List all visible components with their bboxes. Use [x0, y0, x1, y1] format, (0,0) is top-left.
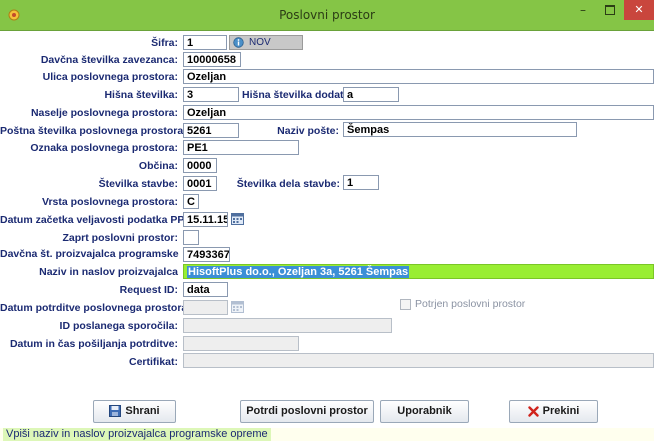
naziv-proizvajalca-field[interactable]: HisoftPlus do.o., Ozeljan 3a, 5261 Šempa… — [183, 264, 654, 279]
naziv-poste-label: Naziv pošte: — [277, 125, 339, 137]
prekini-button[interactable]: Prekini — [509, 400, 598, 423]
hisna-dodatek-field[interactable]: a — [343, 87, 399, 102]
request-id-field[interactable]: data — [183, 282, 228, 297]
datum-potrditve-field — [183, 300, 228, 315]
info-icon — [233, 37, 244, 48]
id-sporocila-label: ID poslanega sporočila: — [59, 320, 178, 332]
hisna-dodatek-label: Hišna številka dodatek: — [242, 89, 359, 101]
title-bar[interactable]: Poslovni prostor – ✕ — [0, 0, 654, 31]
datum-zacetka-label: Datum začetka veljavosti podatka PP: — [0, 214, 188, 226]
shrani-button[interactable]: Shrani — [93, 400, 176, 423]
certifikat-label: Certifikat: — [128, 356, 178, 368]
davcna-zavezanca-label: Davčna številka zavezanca: — [40, 54, 178, 66]
vrsta-label: Vrsta poslovnega prostora: — [42, 196, 178, 208]
ulica-field[interactable]: Ozeljan — [183, 69, 654, 84]
naselje-label: Naselje poslovnega prostora: — [30, 107, 178, 119]
nov-badge: NOV — [229, 35, 303, 50]
ulica-label: Ulica poslovnega prostora: — [42, 71, 178, 83]
request-id-label: Request ID: — [119, 284, 178, 296]
potrjen-label: Potrjen poslovni prostor — [415, 298, 526, 310]
maximize-button[interactable] — [597, 0, 623, 20]
postna-stevilka-label: Poštna številka poslovnega prostora: — [0, 125, 187, 137]
hisna-stevilka-field[interactable]: 3 — [183, 87, 239, 102]
datum-cas-field — [183, 336, 299, 351]
stevilka-dela-field[interactable]: 1 — [343, 175, 379, 190]
selected-text: HisoftPlus do.o., Ozeljan 3a, 5261 Šempa… — [187, 266, 410, 278]
status-message: Vpiši naziv in naslov proizvajalca progr… — [3, 428, 271, 441]
hisna-stevilka-label: Hišna številka: — [104, 89, 178, 101]
red-x-icon — [527, 405, 539, 417]
davcna-zavezanca-field[interactable]: 10000658 — [183, 52, 241, 67]
uporabnik-button[interactable]: Uporabnik — [380, 400, 469, 423]
stevilka-stavbe-field[interactable]: 0001 — [183, 176, 217, 191]
datum-cas-label: Datum in čas pošiljanja potrditve: — [9, 338, 178, 350]
minimize-button[interactable]: – — [570, 0, 596, 20]
zaprt-label: Zaprt poslovni prostor: — [62, 232, 179, 244]
prekini-label: Prekini — [542, 405, 580, 417]
potrdi-button[interactable]: Potrdi poslovni prostor — [240, 400, 374, 423]
zaprt-field[interactable] — [183, 230, 199, 245]
oznaka-label: Oznaka poslovnega prostora: — [30, 142, 178, 154]
floppy-disk-icon — [109, 405, 122, 418]
vrsta-field[interactable]: C — [183, 194, 199, 209]
datum-zacetka-field[interactable]: 15.11.15 — [183, 212, 228, 227]
obcina-label: Občina: — [138, 160, 178, 172]
stevilka-dela-label: Številka dela stavbe: — [236, 178, 340, 190]
stevilka-stavbe-label: Številka stavbe: — [98, 178, 178, 190]
postna-stevilka-field[interactable]: 5261 — [183, 123, 239, 138]
davcna-proizvajalca-field[interactable]: 74933671 — [183, 247, 230, 262]
naziv-proizvajalca-label: Naziv in naslov proizvajalca — [39, 266, 178, 278]
maximize-icon — [605, 5, 615, 15]
status-bar: Vpiši naziv in naslov proizvajalca progr… — [0, 428, 654, 441]
calendar-icon[interactable] — [231, 212, 244, 225]
calendar-icon — [231, 301, 244, 313]
nov-label: NOV — [249, 37, 271, 48]
close-button[interactable]: ✕ — [624, 0, 654, 20]
datum-potrditve-label: Datum potrditve poslovnega prostora: — [0, 302, 191, 314]
obcina-field[interactable]: 0000 — [183, 158, 217, 173]
window-title: Poslovni prostor — [279, 8, 375, 22]
certifikat-field — [183, 353, 654, 368]
shrani-label: Shrani — [125, 405, 160, 417]
potrjen-checkbox — [400, 299, 411, 310]
sifra-label: Šifra: — [151, 37, 178, 49]
sifra-field[interactable]: 1 — [183, 35, 227, 50]
davcna-proizvajalca-label: Davčna št. proizvajalca programske — [0, 248, 179, 260]
poslovni-prostor-window: Poslovni prostor – ✕ Šifra: 1 NOV Davčna… — [0, 0, 654, 441]
naziv-poste-field[interactable]: Šempas — [343, 122, 577, 137]
oznaka-field[interactable]: PE1 — [183, 140, 299, 155]
id-sporocila-field — [183, 318, 392, 333]
naselje-field[interactable]: Ozeljan — [183, 105, 654, 120]
